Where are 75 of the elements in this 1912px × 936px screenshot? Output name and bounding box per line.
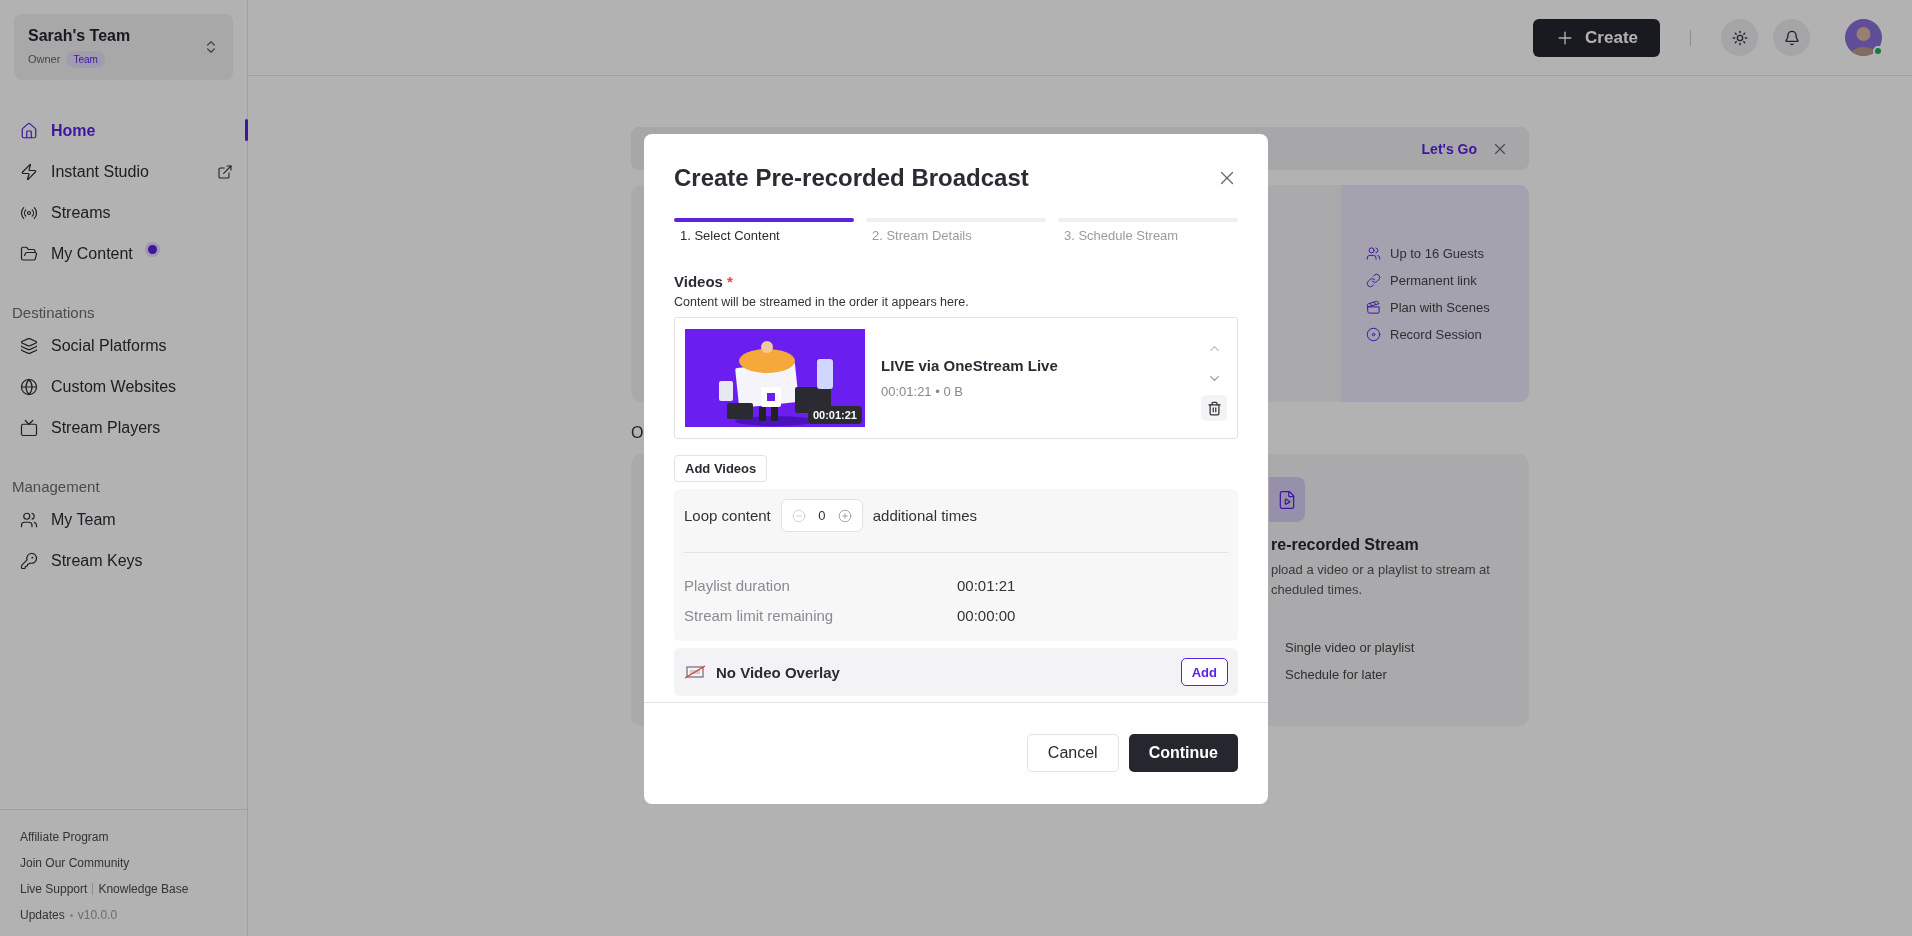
section-title: Management [11,478,101,495]
dialog-title: Create Pre-recorded Broadcast [674,164,1029,192]
loop-label: Loop content [684,507,771,524]
nav-item[interactable]: Streams [0,192,247,233]
delete-button[interactable] [1201,395,1227,421]
notifications-button[interactable] [1773,19,1810,56]
continue-button[interactable]: Continue [1128,734,1238,772]
video-meta: 00:01:21 • 0 B [881,384,964,399]
required-mark: * [726,273,733,290]
footer-link[interactable]: Live Support [20,882,88,896]
nav-item[interactable]: Instant Studio [0,151,247,192]
video-file-icon [1269,477,1305,522]
team-role: Owner [28,53,61,65]
nav-item[interactable]: Home [0,110,247,151]
feature-text: Permanent link [1390,272,1477,288]
field-hint: Content will be streamed in the order it appears here. [674,295,970,309]
add-overlay-button[interactable]: Add [1180,658,1228,686]
sun-icon [1731,29,1748,46]
bell-icon [1783,29,1800,46]
loop-suffix: additional times [872,507,977,524]
feature-text: Plan with Scenes [1390,299,1490,315]
nav-icon [20,551,38,570]
card-title: re-recorded Stream [1270,536,1420,554]
nav-icon [20,121,38,140]
team-badge: Team [66,50,105,68]
avatar[interactable] [1845,19,1882,56]
loop-count-field[interactable]: 0 [780,499,863,532]
theme-button[interactable] [1721,19,1758,56]
stat-value: 00:00:00 [957,606,1017,626]
nav-item[interactable]: Custom Websites [0,366,247,407]
lets-go-link[interactable]: Let's Go [1421,140,1477,157]
feature-icon [1366,245,1381,261]
trash-icon [1206,400,1222,416]
nav-icon [20,418,38,437]
team-name: Sarah's Team [28,26,131,45]
feature-text: Schedule for later [1285,667,1388,682]
feature-icon [1366,272,1381,288]
duration-badge: 00:01:21 [807,406,862,424]
feature-icon [1366,299,1381,315]
card-description: pload a video or a playlist to stream at cheduled times. [1270,561,1491,599]
stat-label: Stream limit remaining [684,606,835,626]
footer-link[interactable]: Join Our Community [20,856,130,870]
nav-icon [20,377,38,396]
feature-text: Record Session [1390,326,1482,342]
nav-item[interactable]: Stream Players [0,407,247,448]
nav-icon [20,162,38,181]
nav-icon [20,244,38,263]
nav-icon [20,336,38,355]
no-overlay-icon [684,665,706,679]
version-label: v10.0.0 [77,908,118,922]
step-tab[interactable]: 1. Select Content [674,218,854,243]
plus-icon[interactable] [837,508,852,523]
footer-link[interactable]: Updates [20,908,65,922]
feature-icon [1366,326,1381,342]
nav-item[interactable]: Stream Keys [0,540,247,581]
footer-link[interactable]: Affiliate Program [20,830,109,844]
add-videos-button[interactable]: Add Videos [674,455,768,482]
feature-text: Single video or playlist [1285,640,1416,655]
cancel-button[interactable]: Cancel [1026,734,1119,772]
section-heading: O [631,424,645,443]
team-switcher[interactable]: Sarah's Team Owner Team [14,14,233,80]
external-link-icon [217,163,233,180]
footer-link[interactable]: Knowledge Base [98,882,189,896]
stat-value: 00:01:21 [957,576,1017,596]
section-title: Destinations [11,304,96,321]
field-label: Videos [674,273,723,290]
nav-item[interactable]: Social Platforms [0,325,247,366]
overlay-label: No Video Overlay [716,663,841,681]
video-title: LIVE via OneStream Live [881,357,1059,374]
feature-text: Up to 16 Guests [1390,245,1484,261]
create-button[interactable]: Create [1533,18,1660,57]
nav-item[interactable]: My Content [0,233,247,274]
stat-label: Playlist duration [684,576,791,596]
nav-icon [20,510,38,529]
nav-item[interactable]: My Team [0,499,247,540]
